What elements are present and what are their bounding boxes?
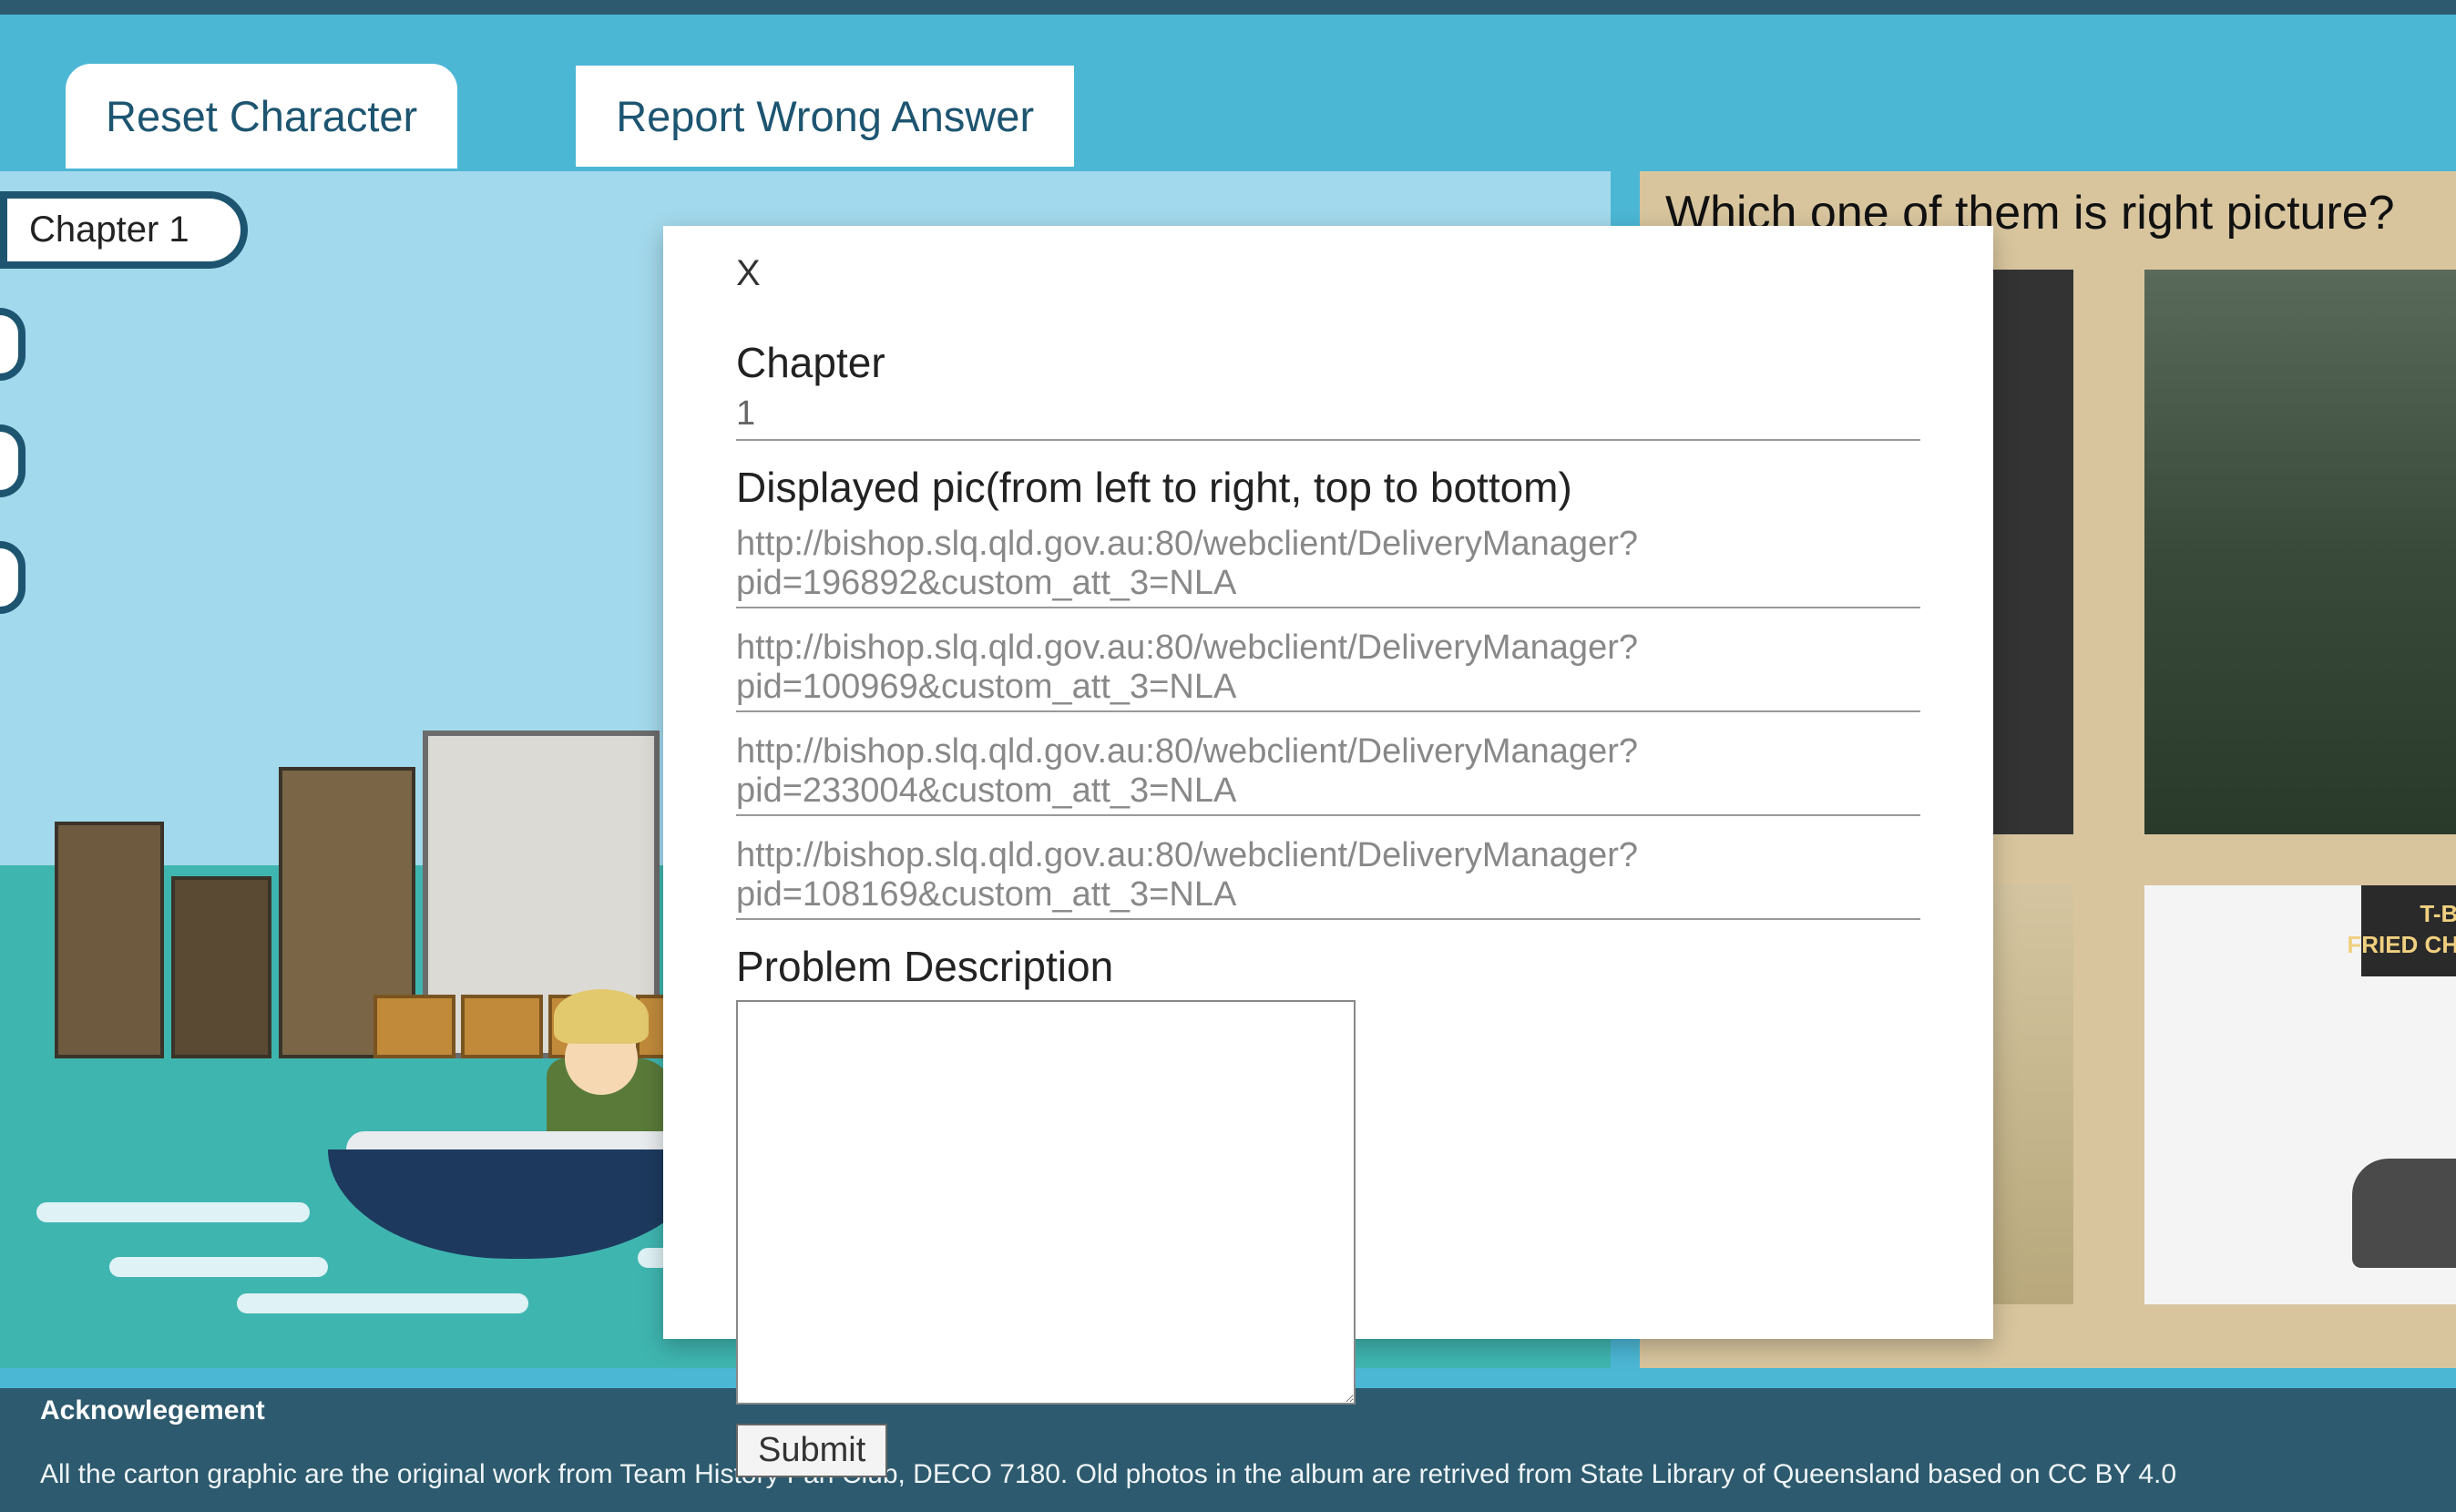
wave-icon — [109, 1257, 328, 1277]
footer: Acknowlegement All the carton graphic ar… — [0, 1388, 2456, 1512]
building-icon — [171, 876, 271, 1058]
submit-button[interactable]: Submit — [736, 1424, 887, 1477]
report-modal: X Chapter Displayed pic(from left to rig… — [663, 226, 1993, 1339]
chapter-pill[interactable]: Chapter 1 — [0, 191, 248, 269]
chapter-input[interactable] — [736, 389, 1920, 441]
sign-text: FRIED CHICKEN — [2347, 931, 2456, 959]
picture-option-2[interactable] — [2144, 270, 2456, 834]
boat-icon — [328, 1149, 711, 1259]
close-button[interactable]: X — [736, 253, 761, 316]
url-item: http://bishop.slq.qld.gov.au:80/webclien… — [736, 831, 1920, 920]
url-item: http://bishop.slq.qld.gov.au:80/webclien… — [736, 519, 1920, 608]
problem-description-textarea[interactable] — [736, 1000, 1356, 1405]
footer-text: All the carton graphic are the original … — [40, 1426, 2416, 1490]
url-item: http://bishop.slq.qld.gov.au:80/webclien… — [736, 727, 1920, 816]
header-bar — [0, 0, 2456, 15]
url-item: http://bishop.slq.qld.gov.au:80/webclien… — [736, 623, 1920, 712]
problem-description-label: Problem Description — [736, 942, 1920, 991]
character-hair-icon — [554, 989, 649, 1044]
picture-option-4[interactable]: T-BONES FRIED CHICKEN — [2144, 885, 2456, 1304]
reset-character-button[interactable]: Reset Character — [66, 64, 457, 169]
building-icon — [55, 822, 164, 1058]
crate-icon — [461, 995, 543, 1058]
wave-icon — [36, 1202, 310, 1222]
url-list: http://bishop.slq.qld.gov.au:80/webclien… — [736, 519, 1920, 920]
tab-row: Reset Character Report Wrong Answer — [66, 64, 1076, 169]
report-wrong-answer-button[interactable]: Report Wrong Answer — [574, 64, 1076, 169]
displayed-pic-label: Displayed pic(from left to right, top to… — [736, 463, 1920, 512]
chapter-field-label: Chapter — [736, 338, 1920, 387]
wave-icon — [237, 1293, 528, 1313]
sign-text: T-BONES — [2420, 900, 2456, 928]
crate-icon — [374, 995, 455, 1058]
